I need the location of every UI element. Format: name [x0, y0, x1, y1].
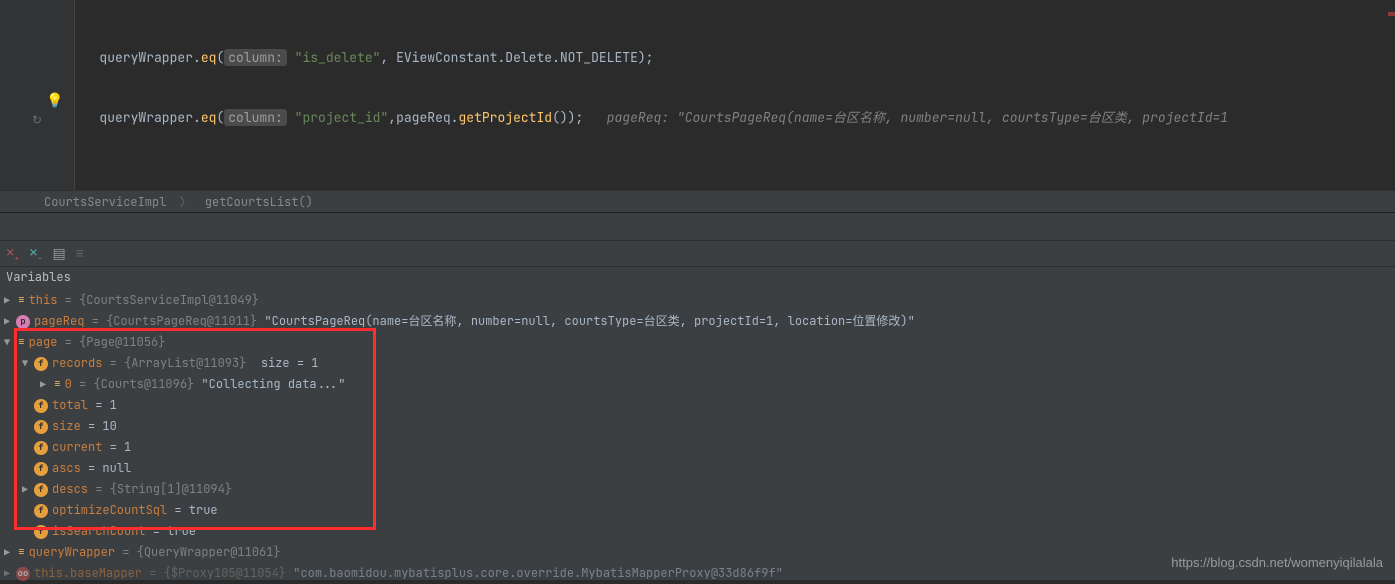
field-icon: f	[34, 462, 48, 476]
expand-icon[interactable]: ▶	[0, 290, 14, 311]
field-icon: f	[34, 420, 48, 434]
object-icon: ≡	[18, 290, 25, 311]
editor-gutter: 💡 ↻	[0, 0, 75, 190]
object-icon: ≡	[54, 374, 61, 395]
calculator-icon[interactable]: ▤	[52, 245, 65, 263]
field-icon: f	[34, 399, 48, 413]
code-editor[interactable]: 💡 ↻ queryWrapper.eq(column: "is_delete",…	[0, 0, 1395, 190]
breadcrumb[interactable]: CourtsServiceImpl 〉 getCourtsList()	[0, 190, 1395, 212]
param-icon: p	[16, 315, 30, 329]
var-records-0[interactable]: ▶ ≡ 0 = {Courts@11096} "Collecting data.…	[0, 374, 1395, 395]
object-icon: ≡	[18, 332, 25, 353]
var-current[interactable]: f current = 1	[0, 437, 1395, 458]
expand-icon[interactable]: ▶	[36, 374, 50, 395]
var-size[interactable]: f size = 10	[0, 416, 1395, 437]
field-icon: f	[34, 441, 48, 455]
expand-icon[interactable]: ▶	[0, 542, 14, 563]
var-descs[interactable]: ▶ f descs = {String[1]@11094}	[0, 479, 1395, 500]
var-optimizeCountSql[interactable]: f optimizeCountSql = true	[0, 500, 1395, 521]
debug-toolbar: ✕+ ✕− ▤ ≡	[0, 240, 1395, 266]
var-page[interactable]: ▼ ≡ page = {Page@11056}	[0, 332, 1395, 353]
var-this[interactable]: ▶ ≡ this = {CourtsServiceImpl@11049}	[0, 290, 1395, 311]
var-total[interactable]: f total = 1	[0, 395, 1395, 416]
var-ascs[interactable]: f ascs = null	[0, 458, 1395, 479]
proxy-icon: oo	[16, 567, 30, 581]
gutter-run-icon[interactable]: ↻	[32, 112, 42, 128]
object-icon: ≡	[18, 542, 25, 563]
field-icon: f	[34, 504, 48, 518]
collapse-icon[interactable]: ▼	[18, 353, 32, 374]
expand-icon[interactable]: ▶	[18, 479, 32, 500]
var-pageReq[interactable]: ▶ p pageReq = {CourtsPageReq@11011} "Cou…	[0, 311, 1395, 332]
settings-icon[interactable]: ≡	[76, 245, 84, 263]
field-icon: f	[34, 357, 48, 371]
expand-icon[interactable]: ▶	[0, 311, 14, 332]
chevron-right-icon: 〉	[174, 194, 198, 210]
breadcrumb-method[interactable]: getCourtsList()	[205, 194, 313, 210]
expand-icon[interactable]: ▶	[0, 563, 14, 584]
collapse-icon[interactable]: ▼	[0, 332, 14, 353]
variables-panel-header: Variables	[0, 266, 1395, 286]
remove-watch-icon[interactable]: ✕−	[29, 244, 42, 264]
debugger-gap	[0, 212, 1395, 240]
var-isSearchCount[interactable]: f isSearchCount = true	[0, 521, 1395, 542]
intention-bulb-icon[interactable]: 💡	[46, 92, 63, 110]
code-area[interactable]: queryWrapper.eq(column: "is_delete", EVi…	[76, 0, 1395, 190]
field-icon: f	[34, 525, 48, 539]
watermark: https://blog.csdn.net/womenyiqilalala	[1171, 555, 1383, 570]
new-watch-icon[interactable]: ✕+	[6, 244, 19, 264]
var-records[interactable]: ▼ f records = {ArrayList@11093} size = 1	[0, 353, 1395, 374]
breadcrumb-class[interactable]: CourtsServiceImpl	[44, 194, 166, 210]
variables-tree[interactable]: ▶ ≡ this = {CourtsServiceImpl@11049} ▶ p…	[0, 286, 1395, 580]
field-icon: f	[34, 483, 48, 497]
